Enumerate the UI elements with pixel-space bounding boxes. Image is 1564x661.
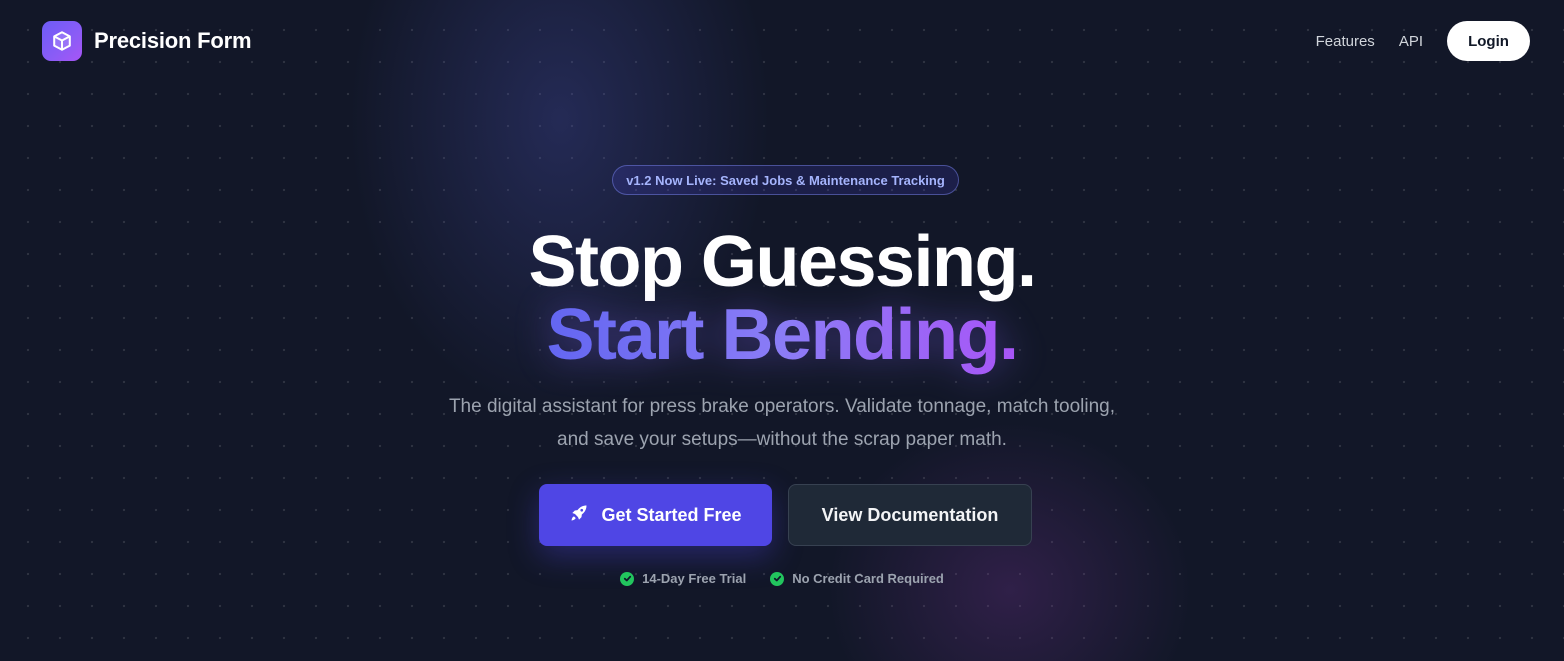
nav-link-features[interactable]: Features (1316, 33, 1375, 50)
perk-item: 14-Day Free Trial (620, 571, 746, 586)
hero-subtitle: The digital assistant for press brake op… (448, 396, 1116, 450)
perks-list: 14-Day Free Trial No Credit Card Require… (0, 571, 1564, 586)
nav-menu: Features API Login (1316, 21, 1530, 61)
cube-icon (42, 21, 82, 61)
headline-primary: Stop Guessing. (528, 222, 1037, 302)
release-badge[interactable]: v1.2 Now Live: Saved Jobs & Maintenance … (612, 165, 959, 195)
headline-secondary: Start Bending. (0, 299, 1564, 371)
login-button[interactable]: Login (1447, 21, 1530, 61)
view-documentation-button[interactable]: View Documentation (788, 484, 1032, 546)
landing-page: Precision Form Features API Login v1.2 N… (0, 0, 1564, 661)
brand-logo[interactable]: Precision Form (42, 21, 252, 61)
perk-label: 14-Day Free Trial (642, 571, 747, 586)
check-circle-icon (620, 571, 635, 586)
nav-link-api[interactable]: API (1399, 33, 1423, 50)
check-circle-icon (770, 571, 785, 586)
get-started-button[interactable]: Get Started Free (539, 484, 772, 546)
get-started-label: Get Started Free (601, 504, 742, 525)
headline-gradient-text: Start Bending. (546, 295, 1019, 375)
rocket-icon (569, 503, 589, 528)
top-nav: Precision Form Features API Login (0, 0, 1564, 84)
perk-label: No Credit Card Required (792, 571, 944, 586)
brand-name: Precision Form (94, 28, 252, 53)
perk-item: No Credit Card Required (770, 571, 944, 586)
